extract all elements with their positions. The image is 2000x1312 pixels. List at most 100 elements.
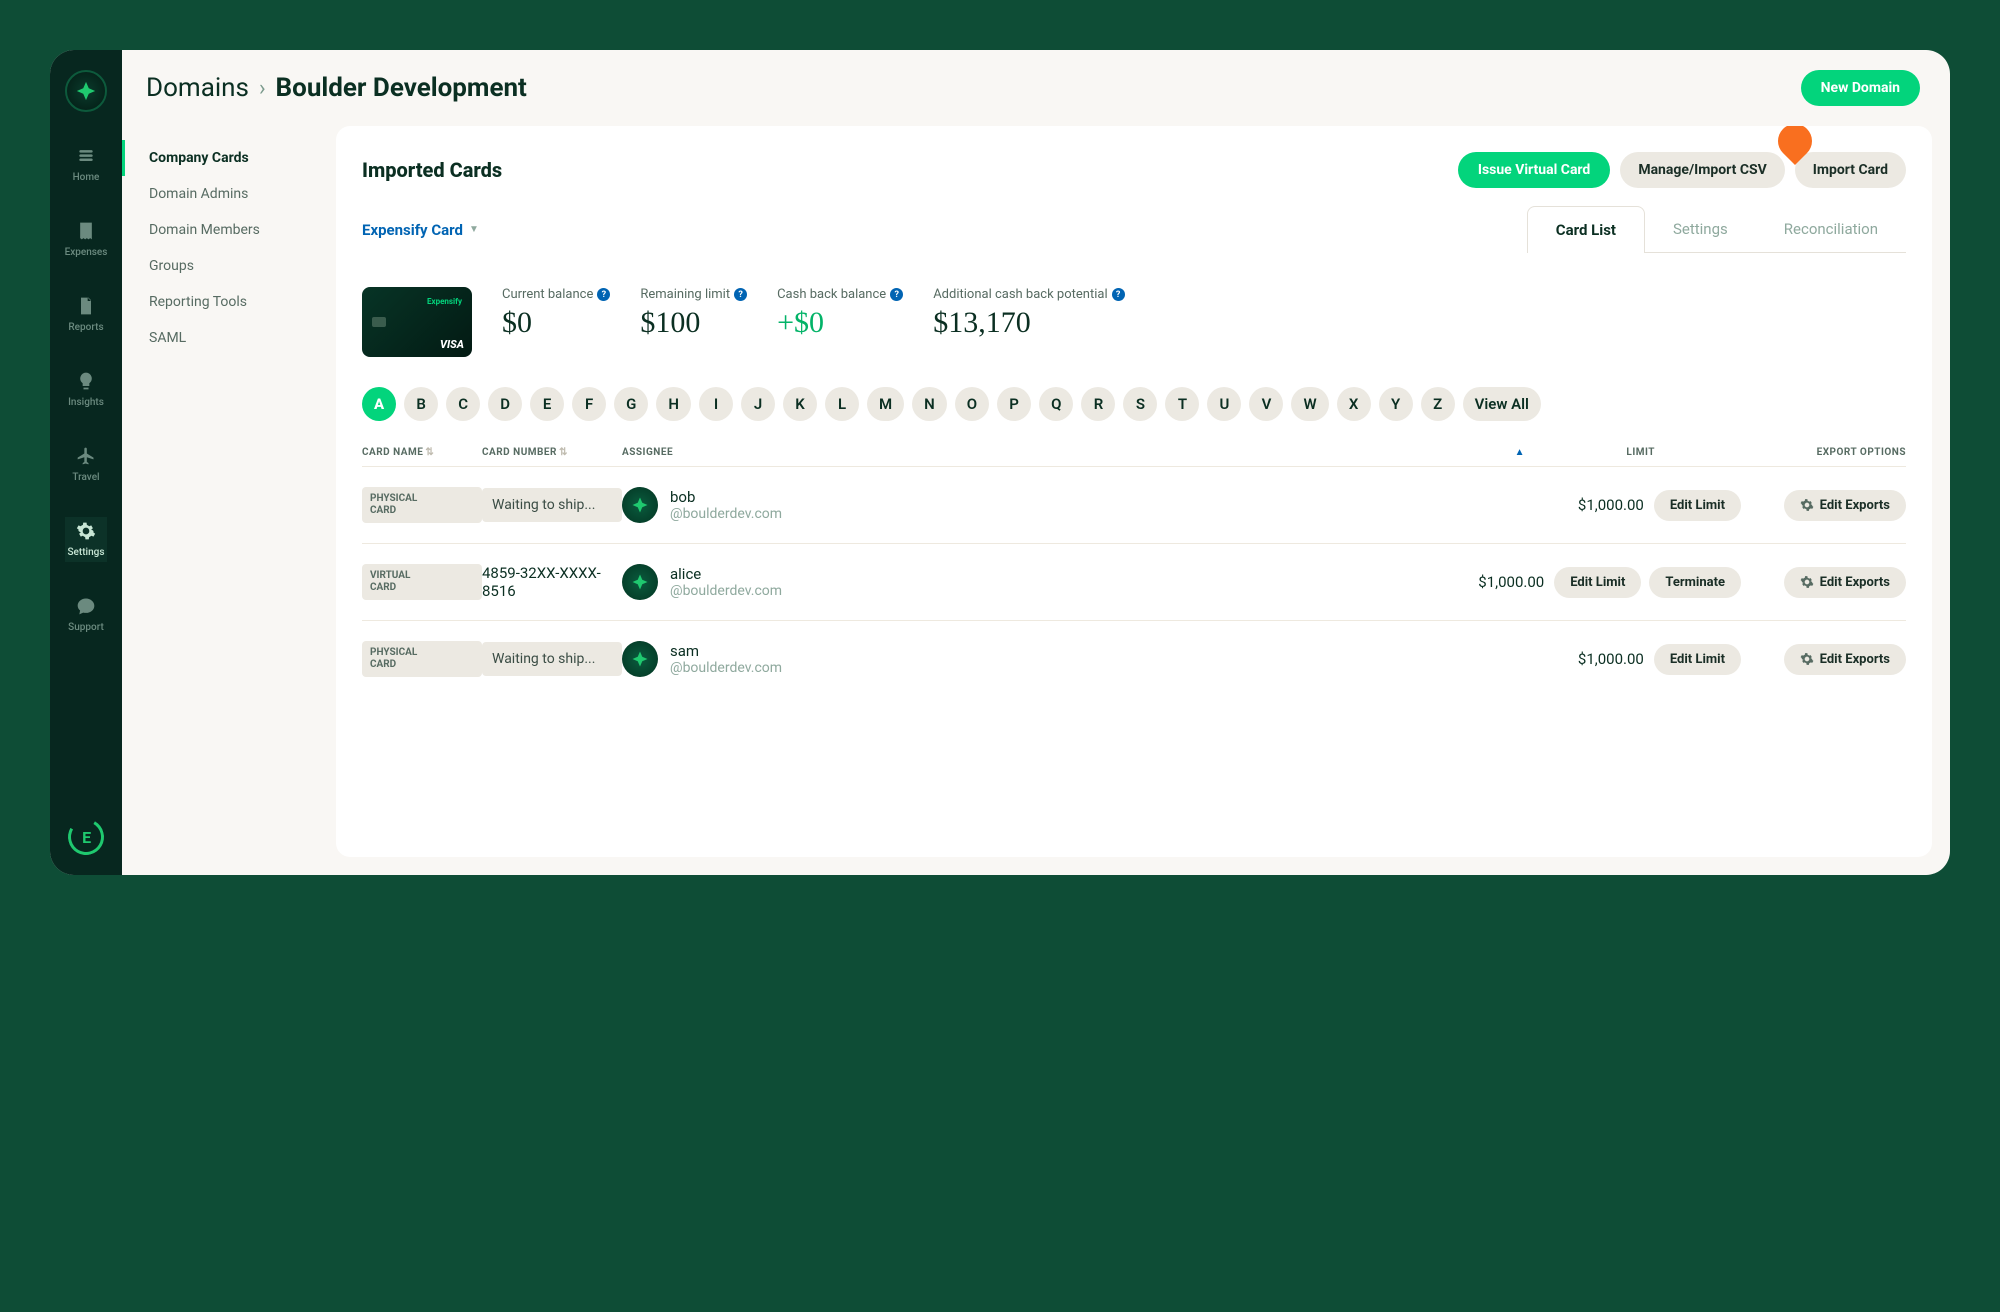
row-actions: Edit Limit Terminate	[1544, 567, 1751, 598]
caret-down-icon: ▼	[469, 224, 479, 235]
manage-import-csv-button[interactable]: Manage/Import CSV	[1620, 152, 1784, 188]
alpha-view-all[interactable]: View All	[1463, 387, 1541, 421]
rail-home[interactable]: Home	[65, 142, 108, 187]
card-art-network: VISA	[440, 338, 464, 351]
alpha-chip-t[interactable]: T	[1165, 387, 1199, 421]
expensify-e-logo[interactable]: E	[64, 815, 108, 859]
stat-label: Remaining limit	[640, 287, 730, 302]
brand-logo[interactable]	[65, 70, 107, 112]
alpha-chip-y[interactable]: Y	[1379, 387, 1413, 421]
rail-settings[interactable]: Settings	[65, 517, 108, 562]
limit-value: $1,000.00	[1444, 573, 1544, 591]
left-rail: Home Expenses Reports Insights Travel Se…	[50, 50, 122, 875]
col-assignee[interactable]: ASSIGNEE▲	[622, 447, 1555, 458]
card-feed-select[interactable]: Expensify Card ▼	[362, 221, 479, 239]
alpha-chip-a[interactable]: A	[362, 387, 396, 421]
col-card-name[interactable]: CARD NAME⇅	[362, 447, 482, 458]
edit-exports-button[interactable]: Edit Exports	[1784, 567, 1906, 598]
col-card-number[interactable]: CARD NUMBER⇅	[482, 447, 622, 458]
alpha-chip-e[interactable]: E	[530, 387, 564, 421]
alpha-chip-r[interactable]: R	[1081, 387, 1115, 421]
gear-icon	[1800, 575, 1814, 589]
card-type-badge: PHYSICALCARD	[362, 487, 482, 523]
stat-remaining-limit: Remaining limit? $100	[640, 287, 747, 340]
rail-insights[interactable]: Insights	[65, 367, 108, 412]
info-icon[interactable]: ?	[890, 288, 903, 301]
edit limit-button[interactable]: Edit Limit	[1554, 567, 1641, 598]
tab-settings[interactable]: Settings	[1645, 206, 1756, 253]
assignee: sam@boulderdev.com	[622, 641, 1544, 677]
alpha-chip-x[interactable]: X	[1337, 387, 1371, 421]
alpha-chip-g[interactable]: G	[614, 387, 648, 421]
chip-icon	[372, 317, 386, 327]
edit limit-button[interactable]: Edit Limit	[1654, 644, 1741, 675]
breadcrumb-root[interactable]: Domains	[146, 73, 249, 103]
assignee-name: bob	[670, 488, 782, 506]
tab-reconciliation[interactable]: Reconciliation	[1756, 206, 1906, 253]
rail-expenses[interactable]: Expenses	[65, 217, 108, 262]
alpha-chip-w[interactable]: W	[1291, 387, 1328, 421]
table-body: PHYSICALCARDWaiting to ship...bob@boulde…	[362, 466, 1906, 697]
rail-items: Home Expenses Reports Insights Travel Se…	[65, 142, 108, 637]
alpha-chip-o[interactable]: O	[955, 387, 989, 421]
snav-reporting-tools[interactable]: Reporting Tools	[122, 284, 336, 320]
stats-row: Expensify VISA Current balance? $0 Remai…	[362, 261, 1906, 387]
alpha-chip-k[interactable]: K	[783, 387, 817, 421]
rail-label: Home	[73, 172, 100, 183]
chevron-right-icon: ›	[259, 76, 266, 101]
snav-domain-members[interactable]: Domain Members	[122, 212, 336, 248]
edit-exports-button[interactable]: Edit Exports	[1784, 490, 1906, 521]
compass-icon	[631, 650, 649, 668]
assignee-email: @boulderdev.com	[670, 583, 782, 599]
alpha-chip-z[interactable]: Z	[1421, 387, 1455, 421]
alpha-chip-h[interactable]: H	[656, 387, 691, 421]
info-icon[interactable]: ?	[597, 288, 610, 301]
edit-exports-button[interactable]: Edit Exports	[1784, 644, 1906, 675]
new-domain-button[interactable]: New Domain	[1801, 70, 1920, 106]
import-card-button[interactable]: Import Card	[1795, 152, 1906, 188]
alpha-chip-v[interactable]: V	[1249, 387, 1283, 421]
issue-virtual-card-button[interactable]: Issue Virtual Card	[1458, 152, 1610, 188]
snav-domain-admins[interactable]: Domain Admins	[122, 176, 336, 212]
snav-company-cards[interactable]: Company Cards	[122, 140, 336, 176]
terminate-button[interactable]: Terminate	[1649, 567, 1741, 598]
alpha-chip-q[interactable]: Q	[1039, 387, 1073, 421]
alpha-chip-n[interactable]: N	[912, 387, 947, 421]
stat-value: $100	[640, 306, 747, 340]
stack-icon	[76, 146, 96, 166]
compass-icon	[631, 496, 649, 514]
tab-card-list[interactable]: Card List	[1527, 206, 1645, 253]
rail-reports[interactable]: Reports	[65, 292, 108, 337]
subrow: Expensify Card ▼ Card List Settings Reco…	[362, 206, 1906, 253]
info-icon[interactable]: ?	[734, 288, 747, 301]
avatar	[622, 487, 658, 523]
col-limit[interactable]: LIMIT	[1555, 447, 1655, 458]
snav-groups[interactable]: Groups	[122, 248, 336, 284]
card-art: Expensify VISA	[362, 287, 472, 357]
snav-saml[interactable]: SAML	[122, 320, 336, 356]
alpha-chip-s[interactable]: S	[1123, 387, 1157, 421]
panel-header: Imported Cards Issue Virtual Card Manage…	[362, 152, 1906, 188]
alpha-chip-j[interactable]: J	[741, 387, 775, 421]
rail-support[interactable]: Support	[65, 592, 108, 637]
alpha-chip-b[interactable]: B	[404, 387, 438, 421]
alpha-chip-f[interactable]: F	[572, 387, 606, 421]
alpha-chip-m[interactable]: M	[867, 387, 904, 421]
alpha-chip-l[interactable]: L	[825, 387, 859, 421]
gear-icon	[1800, 498, 1814, 512]
edit limit-button[interactable]: Edit Limit	[1654, 490, 1741, 521]
alpha-chip-d[interactable]: D	[488, 387, 522, 421]
card-select-label: Expensify Card	[362, 221, 463, 239]
table-row: PHYSICALCARDWaiting to ship...sam@boulde…	[362, 620, 1906, 697]
alpha-chip-u[interactable]: U	[1207, 387, 1241, 421]
rail-travel[interactable]: Travel	[65, 442, 108, 487]
col-export[interactable]: EXPORT OPTIONS	[1751, 447, 1906, 458]
table-row: PHYSICALCARDWaiting to ship...bob@boulde…	[362, 466, 1906, 543]
sort-asc-icon: ▲	[1515, 447, 1525, 458]
table-row: VIRTUALCARD4859-32XX-XXXX-8516alice@boul…	[362, 543, 1906, 620]
info-icon[interactable]: ?	[1112, 288, 1125, 301]
rail-footer: E	[68, 819, 104, 855]
alpha-chip-c[interactable]: C	[446, 387, 480, 421]
alpha-chip-p[interactable]: P	[997, 387, 1031, 421]
alpha-chip-i[interactable]: I	[699, 387, 733, 421]
